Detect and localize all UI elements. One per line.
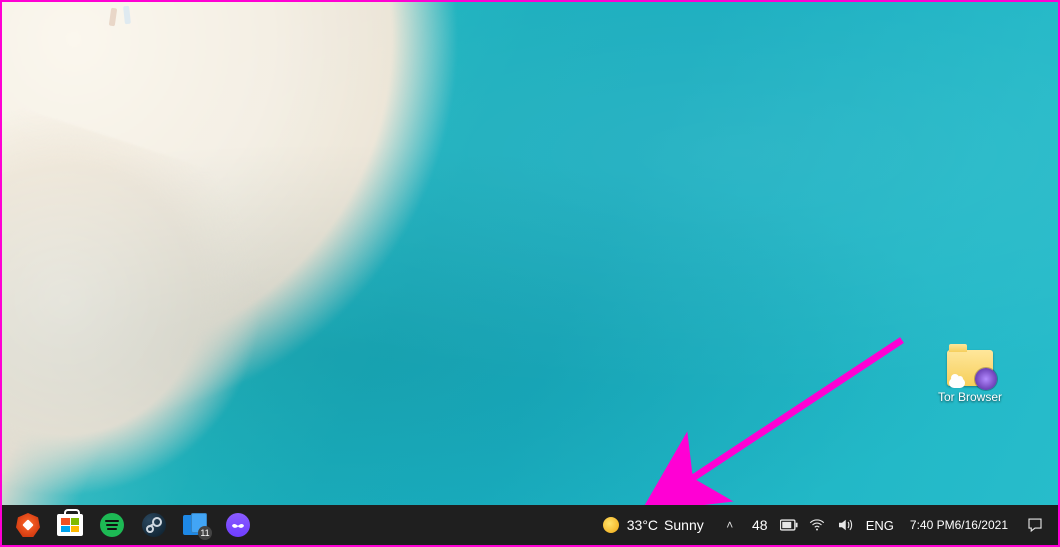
chevron-up-icon: ˄ bbox=[726, 518, 733, 532]
language-indicator[interactable]: ENG bbox=[860, 505, 900, 545]
action-center-button[interactable] bbox=[1018, 505, 1052, 545]
brave-browser-taskbar-button[interactable] bbox=[8, 505, 48, 545]
taskbar-clock[interactable]: 7:40 PM 6/16/2021 bbox=[902, 505, 1016, 545]
news-and-interests-weather[interactable]: 33°C Sunny bbox=[593, 505, 714, 545]
documents-icon: 11 bbox=[183, 513, 209, 537]
steam-icon bbox=[142, 513, 166, 537]
microsoft-store-icon bbox=[57, 514, 83, 536]
tray-overflow-button[interactable]: ˄ bbox=[716, 505, 744, 545]
clock-time: 7:40 PM bbox=[910, 518, 955, 532]
taskbar-system-tray: 33°C Sunny ˄ 48 ENG bbox=[593, 505, 1058, 545]
language-label: ENG bbox=[860, 518, 900, 533]
volume-icon bbox=[836, 516, 854, 534]
microsoft-store-taskbar-button[interactable] bbox=[50, 505, 90, 545]
tor-onion-overlay-icon bbox=[975, 368, 997, 390]
purple-app-taskbar-button[interactable] bbox=[218, 505, 258, 545]
desktop-wallpaper[interactable]: Tor Browser bbox=[2, 2, 1058, 505]
desktop-icon-label: Tor Browser bbox=[932, 390, 1008, 404]
documents-taskbar-button[interactable]: 11 bbox=[176, 505, 216, 545]
steam-taskbar-button[interactable] bbox=[134, 505, 174, 545]
taskbar: 11 33°C Sunny ˄ 48 bbox=[2, 505, 1058, 545]
brave-browser-icon bbox=[16, 513, 40, 537]
battery-tray-button[interactable] bbox=[776, 505, 802, 545]
tor-browser-shortcut[interactable]: Tor Browser bbox=[932, 350, 1008, 404]
onedrive-overlay-icon bbox=[949, 378, 965, 388]
spotify-taskbar-button[interactable] bbox=[92, 505, 132, 545]
volume-tray-button[interactable] bbox=[832, 505, 858, 545]
sun-icon bbox=[603, 517, 619, 533]
documents-badge: 11 bbox=[198, 526, 212, 540]
weather-temperature: 33°C bbox=[627, 517, 658, 533]
tray-notification-count[interactable]: 48 bbox=[746, 505, 774, 545]
folder-icon bbox=[947, 350, 993, 386]
battery-icon bbox=[780, 516, 798, 534]
weather-condition: Sunny bbox=[664, 517, 704, 533]
tray-count-label: 48 bbox=[748, 517, 772, 533]
purple-app-icon bbox=[226, 513, 250, 537]
taskbar-pinned-apps: 11 bbox=[2, 505, 258, 545]
spotify-icon bbox=[100, 513, 124, 537]
clock-date: 6/16/2021 bbox=[955, 518, 1008, 532]
action-center-icon bbox=[1026, 516, 1044, 534]
wifi-tray-button[interactable] bbox=[804, 505, 830, 545]
wifi-icon bbox=[808, 516, 826, 534]
